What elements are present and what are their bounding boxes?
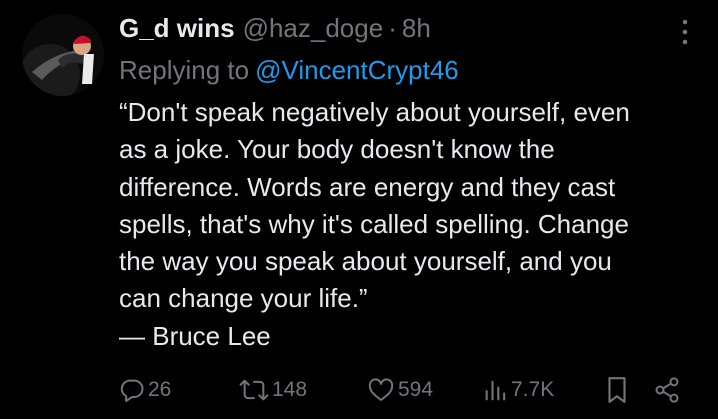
reply-count: 26 [148, 378, 172, 401]
timestamp[interactable]: 8h [402, 13, 431, 44]
tweet-text-line: the way you speak about yourself, and yo… [119, 246, 612, 277]
reply-button[interactable]: 26 [118, 370, 171, 410]
separator-dot: · [388, 12, 397, 43]
tweet-text-line: “Don't speak negatively about yourself, … [119, 97, 630, 127]
bookmark-icon [608, 377, 626, 403]
repost-icon [239, 379, 269, 401]
tweet-text-line: spells, that's why it's called spelling.… [119, 208, 629, 239]
user-handle[interactable]: @haz_doge [243, 13, 384, 44]
views-count: 7.7K [511, 378, 555, 401]
views-bar-chart-icon [485, 380, 506, 401]
replying-to-label: Replying to [119, 54, 250, 85]
repost-count: 148 [272, 378, 308, 401]
avatar[interactable] [22, 14, 104, 96]
replying-to-handle-link[interactable]: @VincentCrypt46 [255, 55, 459, 86]
heart-icon [368, 378, 394, 401]
share-button[interactable] [653, 370, 681, 410]
action-bar: 26 148 594 7.7K [0, 370, 718, 410]
tweet-text-line: difference. Words are energy and they ca… [119, 171, 616, 202]
tweet-text-line: — Bruce Lee [119, 320, 271, 351]
tweet-text-line: can change your life.” [119, 283, 368, 314]
views-button[interactable]: 7.7K [483, 370, 554, 410]
tweet-header: G_d wins @haz_doge · 8h [119, 10, 431, 46]
share-icon [655, 377, 679, 403]
bookmark-button[interactable] [604, 370, 630, 410]
repost-button[interactable]: 148 [238, 370, 307, 410]
reply-icon [120, 379, 144, 403]
tweet-text-line: as a joke. Your body doesn't know the [119, 134, 555, 165]
replying-to: Replying to @VincentCrypt46 [119, 52, 459, 88]
like-count: 594 [398, 378, 434, 401]
tweet-text: “Don't speak negatively about yourself, … [119, 94, 699, 355]
more-vertical-icon[interactable] [674, 16, 696, 48]
display-name[interactable]: G_d wins [119, 13, 235, 44]
like-button[interactable]: 594 [366, 370, 433, 410]
